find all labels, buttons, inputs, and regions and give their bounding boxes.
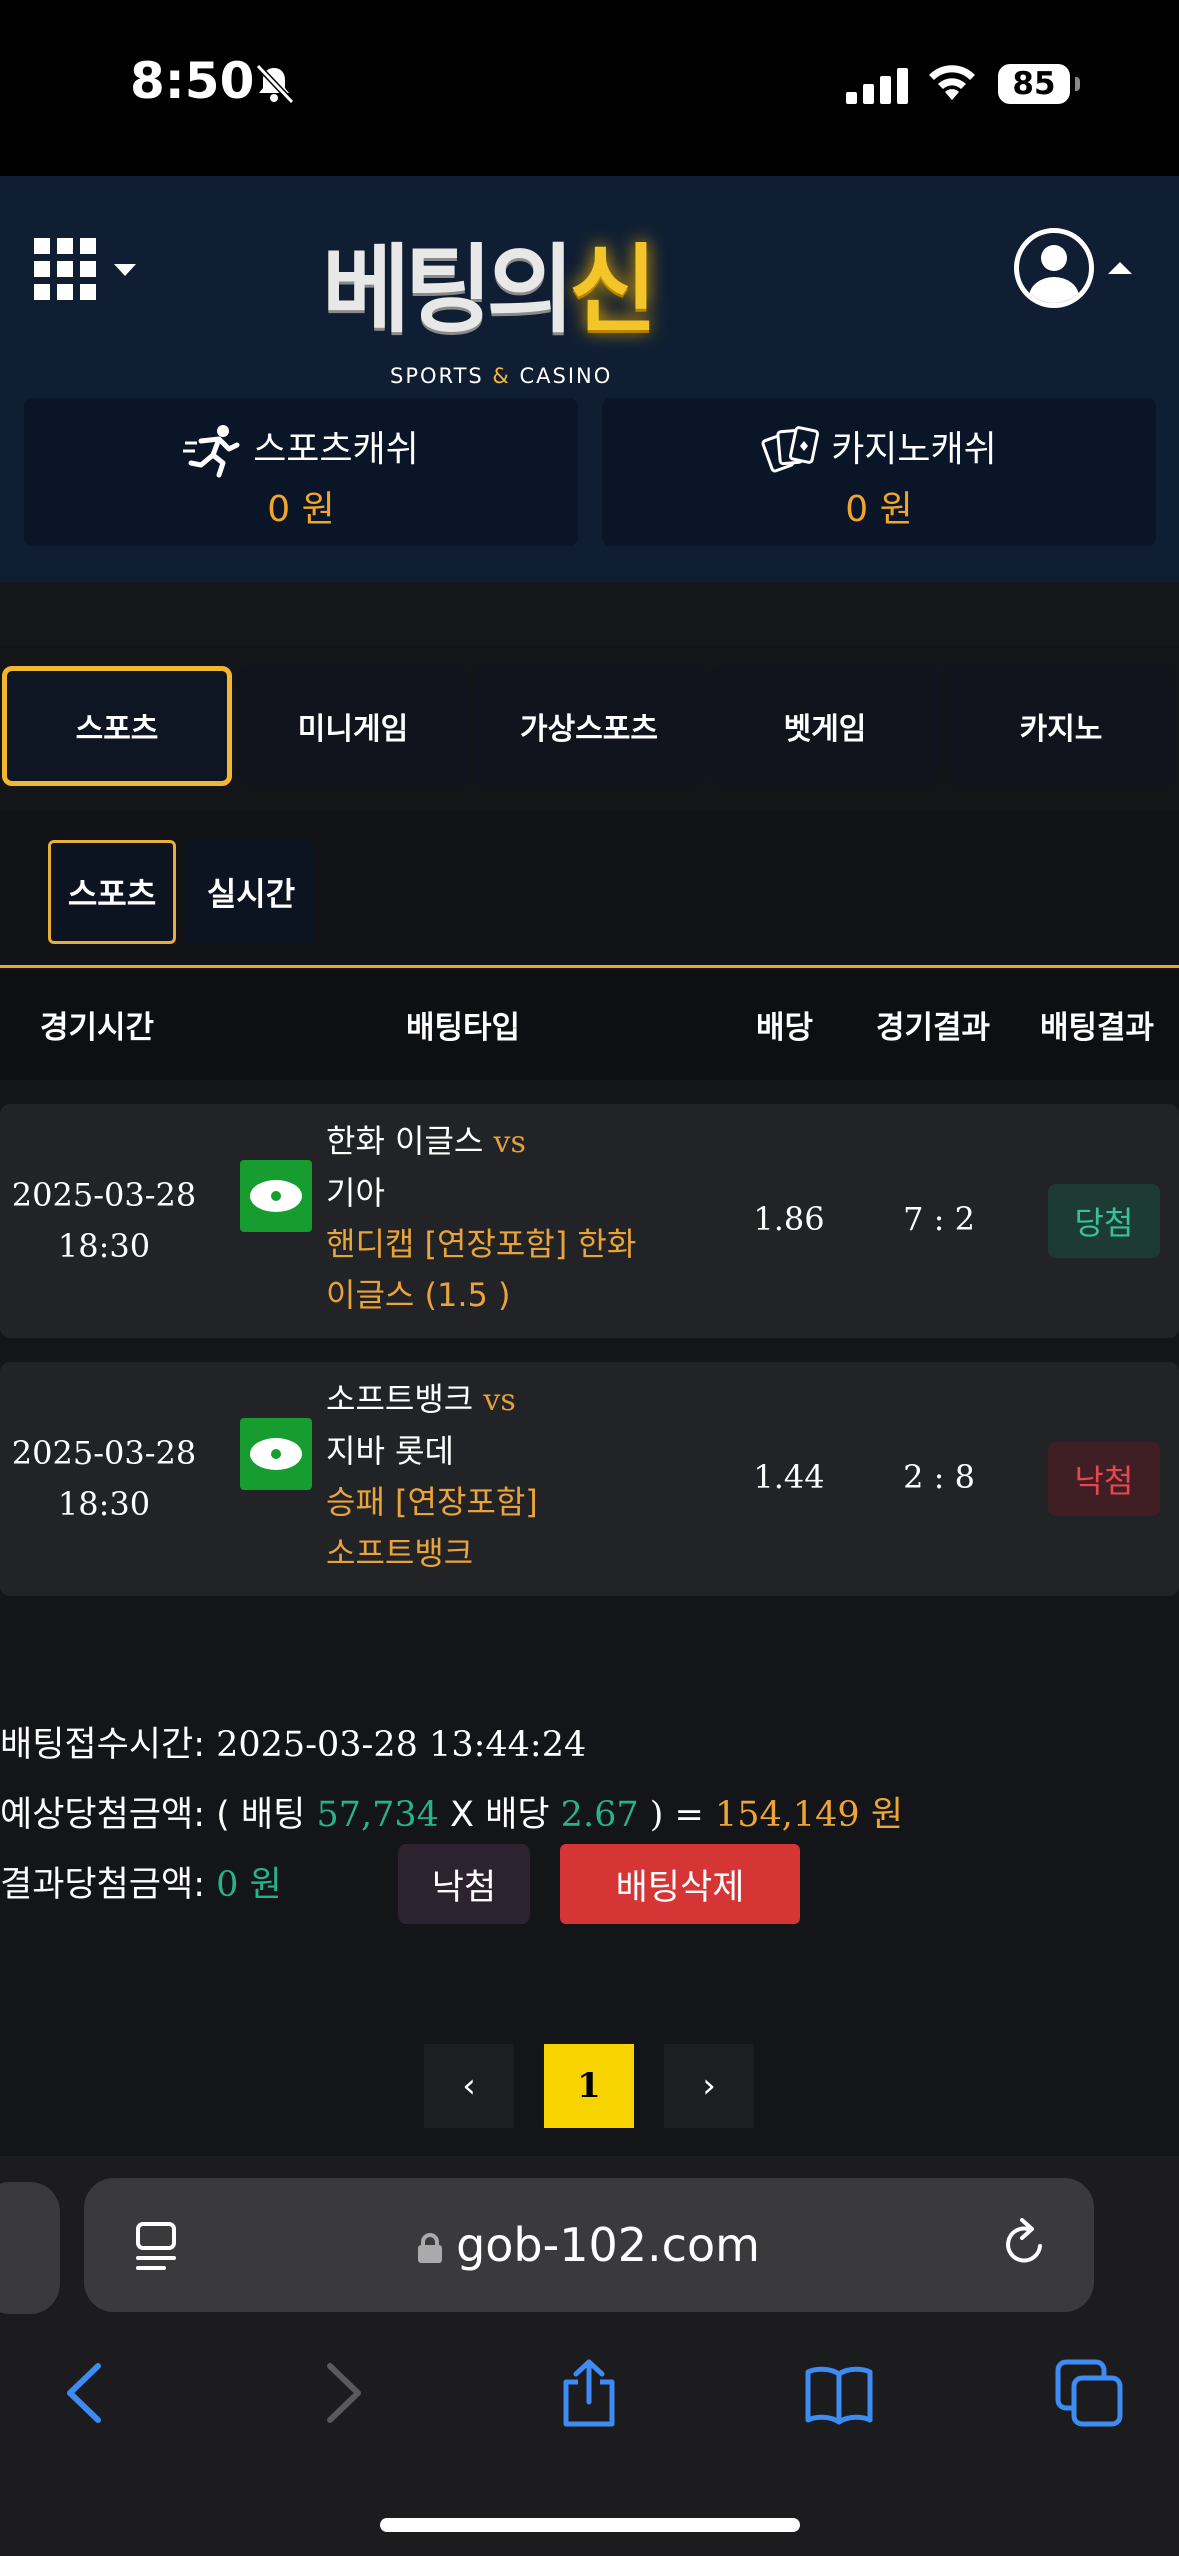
cellular-signal-icon [846,64,908,104]
sub-tab-panel: 스포츠 실시간 [0,810,1179,968]
header-match-result: 경기결과 [876,1010,991,1046]
header-bet-result: 배팅결과 [1040,1010,1155,1046]
address-bar[interactable]: gob-102.com [84,2178,1094,2312]
subtab-live[interactable]: 실시간 [186,840,316,944]
bet-table-header: 경기시간 배팅타입 배당 경기결과 배팅결과 [0,970,1179,1080]
runner-icon [183,425,240,478]
home-indicator [380,2518,800,2532]
bell-muted-icon [255,63,295,105]
status-badge: 당첨 [1048,1184,1160,1258]
tab-minigame[interactable]: 미니게임 [238,666,468,786]
table-row: 2025-03-28 18:30 소프트뱅크 vs 지바 롯데 승패 [연장포함]… [0,1362,1179,1596]
match-score: 7 : 2 [903,1200,975,1238]
user-avatar-icon[interactable] [1014,228,1094,308]
header-match-time: 경기시간 [40,1010,155,1046]
eye-icon[interactable] [240,1160,312,1232]
table-row: 2025-03-28 18:30 한화 이글스 vs 기아 핸디캡 [연장포함] … [0,1104,1179,1338]
status-badge: 낙첨 [1048,1442,1160,1516]
sports-cash-value: 0 원 [267,489,335,530]
casino-cash-label: 카지노캐쉬 [831,429,997,470]
battery-indicator: 85 [998,64,1080,104]
next-page-button[interactable]: › [664,2044,754,2128]
page-1-button[interactable]: 1 [544,2044,634,2128]
casino-cash-value: 0 원 [845,489,913,530]
eye-icon[interactable] [240,1418,312,1490]
tab-virtual-sports[interactable]: 가상스포츠 [474,666,704,786]
share-icon[interactable] [554,2358,624,2428]
divider-strip [0,582,1179,646]
tab-sports[interactable]: 스포츠 [2,666,232,786]
caret-up-icon[interactable] [1108,262,1132,274]
status-bar: 8:50 85 [0,0,1179,176]
header-bet-type: 배팅타입 [406,1010,521,1046]
lose-status-button[interactable]: 낙첨 [398,1844,530,1924]
back-icon[interactable] [52,2358,122,2428]
bet-type-cell: 한화 이글스 vs 기아 핸디캡 [연장포함] 한화 이글스 (1.5 ) [326,1122,637,1314]
prev-page-button[interactable]: ‹ [424,2044,514,2128]
cards-icon [761,426,820,473]
result-winnings: 결과당첨금액: 0 원 [0,1865,282,1905]
logo-tagline: SPORTS & CASINO [390,364,613,388]
odds-value: 1.86 [753,1200,825,1238]
caret-down-icon[interactable] [114,264,136,276]
subtab-sports[interactable]: 스포츠 [48,840,176,944]
apps-menu-icon[interactable] [34,238,96,300]
bet-received-time: 배팅접수시간: 2025-03-28 13:44:24 [0,1725,587,1765]
sports-cash-label: 스포츠캐쉬 [253,429,419,470]
previous-tab-preview[interactable] [0,2182,60,2314]
forward-icon[interactable] [306,2358,376,2428]
main-category-tabs: 스포츠 미니게임 가상스포츠 벳게임 카지노 [0,666,1179,788]
reload-icon[interactable] [998,2216,1052,2272]
status-time: 8:50 [130,52,255,110]
tabs-icon[interactable] [1054,2358,1124,2428]
match-datetime: 2025-03-28 18:30 [11,1434,197,1523]
casino-cash-card[interactable]: 카지노캐쉬 0 원 [602,398,1156,546]
tab-casino[interactable]: 카지노 [946,666,1176,786]
match-score: 2 : 8 [903,1458,975,1496]
header-odds: 배당 [756,1010,814,1046]
site-header: 베팅의신 SPORTS & CASINO 스포츠캐쉬 0 원 카지노캐쉬 0 원 [0,176,1179,582]
lock-icon [418,2233,443,2263]
wifi-icon [929,65,975,100]
browser-toolbar: gob-102.com [0,2156,1179,2556]
logo-wordmark: 베팅의신 [322,234,657,346]
sports-cash-card[interactable]: 스포츠캐쉬 0 원 [24,398,578,546]
site-logo[interactable]: 베팅의신 SPORTS & CASINO [322,212,722,388]
bet-type-cell: 소프트뱅크 vs 지바 롯데 승패 [연장포함] 소프트뱅크 [326,1380,538,1572]
match-datetime: 2025-03-28 18:30 [11,1176,197,1265]
url-text: gob-102.com [456,2218,760,2272]
tab-betgame[interactable]: 벳게임 [710,666,940,786]
delete-bet-button[interactable]: 배팅삭제 [560,1844,800,1924]
odds-value: 1.44 [753,1458,825,1496]
expected-winnings: 예상당첨금액: ( 배팅 57,734 X 배당 2.67 ) = 154,14… [0,1795,904,1835]
bookmarks-icon[interactable] [804,2358,874,2428]
